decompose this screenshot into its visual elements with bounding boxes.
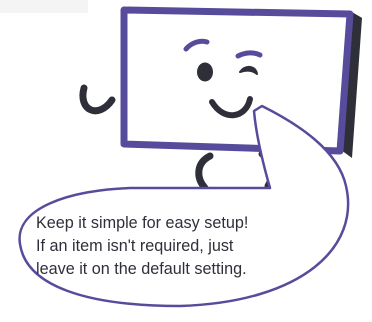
tip-line-2: If an item isn't required, just [36,237,234,255]
mascot-left-leg [195,152,214,192]
left-eye [197,62,213,82]
monitor-screen [120,6,354,155]
tip-line-3: leave it on the default setting. [36,260,247,278]
mascot-left-arm [79,84,116,115]
speech-bubble-text: Keep it simple for easy setup! If an ite… [36,212,328,281]
tip-line-1: Keep it simple for easy setup! [36,214,249,232]
